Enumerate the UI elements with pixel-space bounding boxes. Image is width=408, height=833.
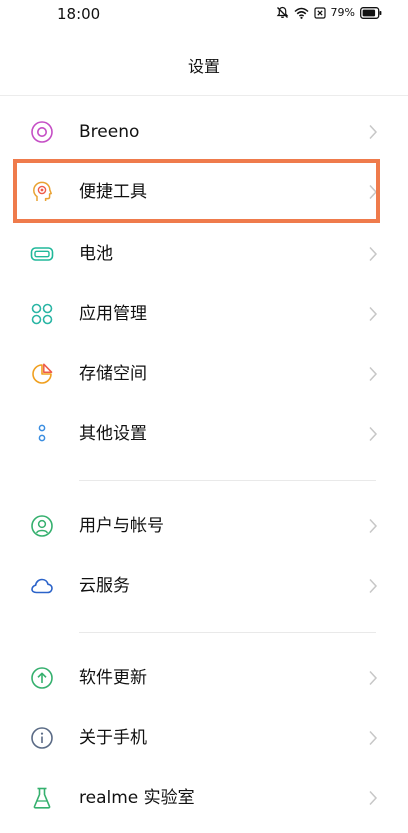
menu-item-realme-lab[interactable]: realme 实验室	[0, 768, 408, 828]
battery-icon	[360, 6, 382, 19]
menu-item-cloud-service[interactable]: 云服务	[0, 556, 408, 616]
menu-item-label: 其他设置	[79, 424, 147, 444]
page-title: 设置	[187, 57, 220, 76]
wifi-icon	[294, 7, 309, 19]
title-bar: 设置	[0, 52, 408, 82]
storage-pie-icon	[30, 362, 54, 386]
chevron-right-icon	[368, 518, 378, 534]
chevron-right-icon	[368, 670, 378, 686]
menu-item-label: 用户与帐号	[79, 516, 164, 536]
menu-item-app-management[interactable]: 应用管理	[0, 284, 408, 344]
breeno-icon	[30, 120, 54, 144]
menu-item-user-account[interactable]: 用户与帐号	[0, 496, 408, 556]
menu-item-software-update[interactable]: 软件更新	[0, 648, 408, 708]
battery-percent: 79%	[330, 6, 355, 19]
cloud-icon	[30, 574, 54, 598]
highlight-box	[13, 159, 380, 223]
menu-item-label: 存储空间	[79, 364, 147, 384]
apps-grid-icon	[30, 302, 54, 326]
chevron-right-icon	[368, 306, 378, 322]
menu-item-breeno[interactable]: Breeno	[0, 102, 408, 162]
chevron-right-icon	[368, 578, 378, 594]
section-divider	[79, 632, 376, 633]
menu-item-label: 应用管理	[79, 304, 147, 324]
lab-flask-icon	[30, 786, 54, 810]
update-arrow-icon	[30, 666, 54, 690]
menu-item-storage[interactable]: 存储空间	[0, 344, 408, 404]
chevron-right-icon	[368, 730, 378, 746]
menu-item-label: 关于手机	[79, 728, 147, 748]
chevron-right-icon	[368, 426, 378, 442]
battery-icon	[30, 242, 54, 266]
menu-item-other-settings[interactable]: 其他设置	[0, 404, 408, 464]
chevron-right-icon	[368, 366, 378, 382]
menu-item-label: Breeno	[79, 122, 140, 142]
status-time: 18:00	[57, 5, 101, 23]
chevron-right-icon	[368, 790, 378, 806]
sim-x-icon	[313, 6, 326, 19]
chevron-right-icon	[368, 124, 378, 140]
mute-bell-icon	[276, 6, 289, 19]
menu-item-label: 软件更新	[79, 668, 147, 688]
info-icon	[30, 726, 54, 750]
header-divider	[0, 95, 408, 96]
menu-item-about-phone[interactable]: 关于手机	[0, 708, 408, 768]
more-dots-icon	[30, 422, 54, 446]
menu-item-label: realme 实验室	[79, 788, 195, 808]
chevron-right-icon	[368, 246, 378, 262]
menu-item-label: 电池	[79, 244, 113, 264]
menu-item-battery[interactable]: 电池	[0, 224, 408, 284]
status-bar: 18:00 79%	[0, 0, 408, 30]
user-account-icon	[30, 514, 54, 538]
section-divider	[79, 480, 376, 481]
menu-item-label: 云服务	[79, 576, 130, 596]
status-icons: 79%	[276, 6, 382, 19]
